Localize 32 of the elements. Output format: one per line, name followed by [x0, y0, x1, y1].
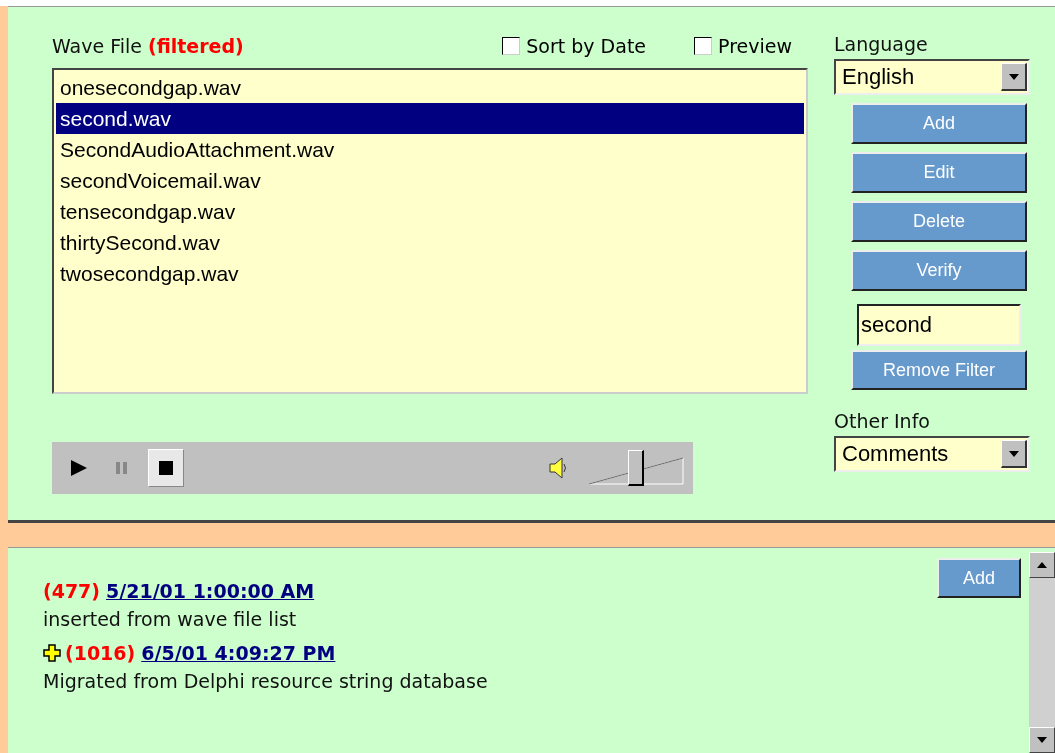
- language-label: Language: [834, 33, 928, 55]
- stop-button[interactable]: [148, 449, 184, 487]
- language-select[interactable]: English: [834, 59, 1030, 95]
- scrollbar[interactable]: [1029, 552, 1055, 753]
- speaker-icon[interactable]: [547, 456, 569, 480]
- checkbox-square[interactable]: [694, 37, 713, 55]
- scroll-up-icon[interactable]: [1037, 562, 1047, 568]
- filter-field[interactable]: second: [857, 304, 1021, 346]
- file-list-item[interactable]: onesecondgap.wav: [56, 72, 804, 103]
- file-list-item[interactable]: twosecondgap.wav: [56, 258, 804, 289]
- checkbox-square[interactable]: [502, 37, 521, 55]
- file-list-item[interactable]: thirtySecond.wav: [56, 227, 804, 258]
- filtered-note: (filtered): [148, 35, 244, 57]
- wave-file-label: Wave File: [52, 35, 142, 57]
- file-list-item[interactable]: secondVoicemail.wav: [56, 165, 804, 196]
- file-list-item[interactable]: tensecondgap.wav: [56, 196, 804, 227]
- comment-number: (1016): [65, 642, 136, 664]
- caret-icon: [1008, 73, 1019, 80]
- comment-date-link[interactable]: 6/5/01 4:09:27 PM: [141, 642, 336, 664]
- preview-checkbox[interactable]: Preview: [694, 35, 792, 57]
- scroll-down-icon[interactable]: [1037, 737, 1047, 743]
- plus-icon[interactable]: [43, 644, 61, 662]
- file-list-item[interactable]: SecondAudioAttachment.wav: [56, 134, 804, 165]
- other-info-label: Other Info: [834, 410, 930, 432]
- sort-by-date-checkbox[interactable]: Sort by Date: [502, 35, 647, 57]
- caret-icon: [1008, 450, 1019, 457]
- comment-number: (477): [43, 580, 101, 602]
- comment-text: Migrated from Delphi resource string database: [43, 670, 489, 692]
- comment-date-link[interactable]: 5/21/01 1:00:00 AM: [106, 580, 315, 602]
- other-info-select[interactable]: Comments: [834, 436, 1030, 472]
- file-list-item[interactable]: second.wav: [56, 103, 804, 134]
- comment-text: inserted from wave file list: [43, 608, 298, 630]
